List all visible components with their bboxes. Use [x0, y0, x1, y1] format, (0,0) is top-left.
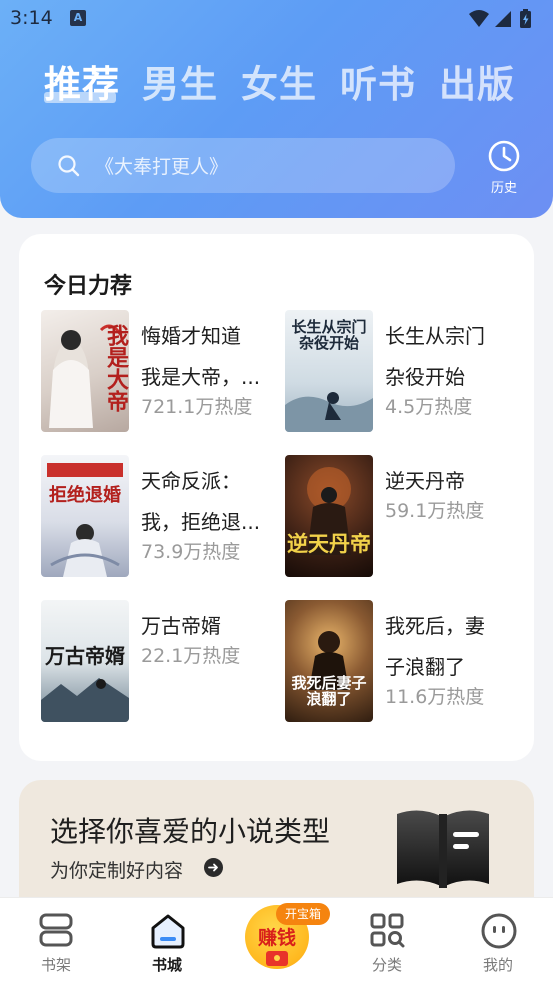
recommend-title: 今日力荐 [44, 274, 133, 299]
nav-category[interactable]: 分类 [347, 898, 427, 983]
status-icons [467, 8, 537, 34]
search-placeholder: 《大奉打更人》 [95, 156, 229, 178]
nav-profile[interactable]: 我的 [458, 898, 538, 983]
tab-audiobook[interactable]: 听书 [340, 54, 416, 108]
book-item[interactable]: 逆天丹帝 逆天丹帝 59.1万热度 [285, 455, 520, 577]
book-cover: 万古帝婿 [41, 600, 129, 722]
book-title: 悔婚才知道 我是大帝，... [141, 324, 261, 389]
book-heat: 721.1万热度 [141, 396, 253, 418]
banner-subtitle: 为你定制好内容 [50, 860, 184, 882]
nav-label: 分类 [371, 956, 402, 974]
nav-label: 书架 [40, 956, 71, 974]
book-cover: 我死后妻子浪翻了 [285, 600, 373, 722]
book-cover: 逆天丹帝 [285, 455, 373, 577]
book-cover: 长生从宗门杂役开始 [285, 310, 373, 432]
book-item[interactable]: 长生从宗门杂役开始 长生从宗门 杂役开始 4.5万热度 [285, 310, 520, 432]
tab-female[interactable]: 女生 [241, 54, 317, 108]
book-item[interactable]: 我死后妻子浪翻了 我死后，妻 子浪翻了 11.6万热度 [285, 600, 520, 722]
header: 3:14 A 推荐 男生 女生 听书 出版 《大奉打更人》 历史 [0, 0, 553, 218]
red-envelope-icon [266, 951, 288, 966]
wifi-icon [469, 10, 489, 27]
book-title: 长生从宗门 杂役开始 [385, 324, 485, 389]
bottom-nav: 书架 书城 赚钱 开宝箱 分类 我的 [0, 897, 553, 983]
history-label: 历史 [490, 181, 517, 196]
book-heat: 4.5万热度 [385, 396, 473, 418]
book-title: 天命反派： 我，拒绝退... [141, 469, 261, 534]
book-item[interactable]: 万古帝婿 万古帝婿 22.1万热度 [41, 600, 276, 722]
tab-publish[interactable]: 出版 [439, 54, 515, 108]
arrow-right-icon [204, 858, 223, 877]
cover-text: 万古帝婿 [45, 644, 125, 668]
home-icon [149, 912, 187, 954]
book-heat: 11.6万热度 [385, 686, 485, 708]
nav-bookstore[interactable]: 书城 [127, 898, 207, 983]
banner-title: 选择你喜爱的小说类型 [50, 815, 331, 848]
nav-label: 我的 [482, 956, 513, 974]
book-item[interactable]: 拒绝退婚 天命反派： 我，拒绝退... 73.9万热度 [41, 455, 276, 577]
nav-bookshelf[interactable]: 书架 [16, 898, 96, 983]
book-title: 我死后，妻 子浪翻了 [385, 614, 485, 679]
book-heat: 59.1万热度 [385, 500, 485, 522]
bookshelf-icon [38, 912, 74, 952]
book-heat: 22.1万热度 [141, 645, 241, 667]
clock-icon [488, 140, 520, 172]
book-cover: 我是大帝 [41, 310, 129, 432]
history-button[interactable]: 历史 [482, 140, 526, 196]
cover-text: 逆天丹帝 [287, 531, 371, 556]
category-icon [369, 912, 405, 952]
book-item[interactable]: 我是大帝 悔婚才知道 我是大帝，... 721.1万热度 [41, 310, 276, 432]
book-icon [391, 804, 501, 908]
tab-male[interactable]: 男生 [142, 54, 218, 108]
book-heat: 73.9万热度 [141, 541, 241, 563]
signal-icon [495, 11, 511, 27]
battery-icon [520, 9, 531, 28]
earn-text: 赚钱 [257, 927, 296, 949]
status-bar: 3:14 A [0, 0, 553, 38]
tab-recommend[interactable]: 推荐 [44, 54, 120, 108]
notification-icon: A [70, 10, 86, 26]
search-icon [57, 154, 81, 182]
cover-text: 我死后妻子浪翻了 [291, 674, 367, 708]
status-time: 3:14 [10, 7, 53, 29]
nav-label: 书城 [151, 956, 182, 974]
cover-text: 长生从宗门杂役开始 [291, 318, 367, 352]
profile-icon [480, 912, 518, 954]
search-input[interactable]: 《大奉打更人》 [31, 138, 455, 193]
cover-text: 拒绝退婚 [49, 485, 121, 506]
book-cover: 拒绝退婚 [41, 455, 129, 577]
cover-text: 我是大帝 [103, 324, 129, 412]
recommend-card: 今日力荐 我是大帝 悔婚才知道 我是大帝，... 721.1万热度 长生从宗门杂… [19, 234, 534, 761]
treasure-box-badge[interactable]: 开宝箱 [276, 903, 331, 925]
